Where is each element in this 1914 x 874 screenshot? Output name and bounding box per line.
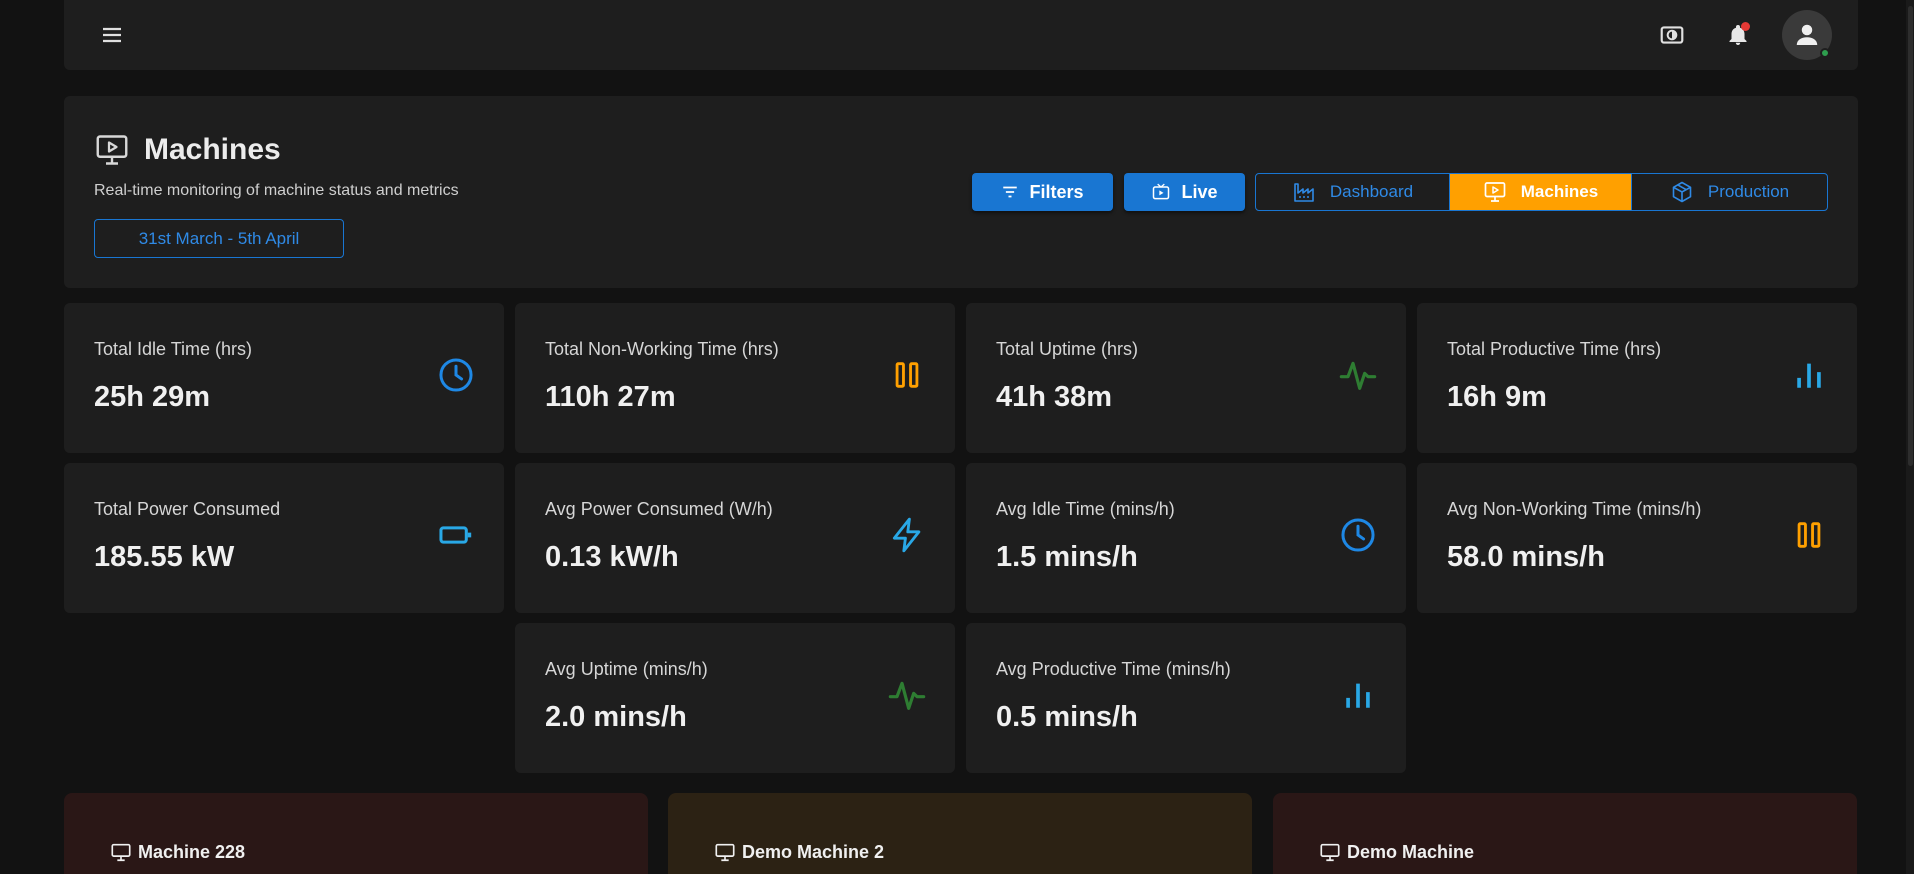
stat-card-avg-productive-time: Avg Productive Time (mins/h) 0.5 mins/h [966,623,1406,773]
filter-icon [1003,186,1018,198]
machine-name: Demo Machine [1347,841,1475,862]
stat-card-total-uptime: Total Uptime (hrs) 41h 38m [966,303,1406,453]
avatar[interactable] [1782,10,1832,60]
page-subtitle: Real-time monitoring of machine status a… [94,182,459,199]
stat-value: 41h 38m [996,381,1113,413]
filters-label: Filters [1029,181,1084,202]
tab-dashboard-label: Dashboard [1329,182,1414,201]
tab-dashboard[interactable]: Dashboard [1256,174,1450,210]
page-header: Machines Real-time monitoring of machine… [64,96,1858,288]
stat-label: Total Non-Working Time (hrs) [545,339,779,359]
menu-icon[interactable] [94,17,130,53]
stat-value: 110h 27m [545,381,676,413]
monitor-icon [715,843,735,862]
stat-value: 58.0 mins/h [1447,541,1605,573]
machine-title: Demo Machine 2 [714,841,884,863]
stat-card-avg-power-consumed: Avg Power Consumed (W/h) 0.13 kW/h [515,463,955,613]
stat-label: Total Idle Time (hrs) [94,339,253,359]
stat-card-total-non-working-time: Total Non-Working Time (hrs) 110h 27m [515,303,955,453]
scrollbar-thumb[interactable] [1908,6,1913,466]
bolt-icon [887,515,927,555]
machine-card[interactable]: Demo Machine 2 [668,793,1252,874]
tab-production-label: Production [1707,182,1790,201]
page-scrollbar[interactable] [1906,0,1914,874]
stat-label: Avg Productive Time (mins/h) [996,659,1231,679]
stat-value: 25h 29m [94,381,211,413]
view-switcher: Dashboard Machines Production [1255,173,1828,211]
stat-value: 16h 9m [1447,381,1547,413]
machine-name: Demo Machine 2 [742,841,885,862]
stat-label: Total Productive Time (hrs) [1447,339,1662,359]
account-icon [1796,24,1818,45]
pause-icon [1789,515,1829,555]
monitor-icon [111,843,131,862]
monitor-icon [1320,843,1340,862]
machine-name: Machine 228 [138,841,246,862]
monitor-play-icon [96,135,128,165]
stat-label: Total Uptime (hrs) [996,339,1139,359]
machine-card[interactable]: Demo Machine [1273,793,1857,874]
contrast-icon[interactable] [1654,17,1690,53]
tab-machines[interactable]: Machines [1450,174,1631,210]
stat-card-total-idle-time: Total Idle Time (hrs) 25h 29m [64,303,504,453]
stat-label: Avg Uptime (mins/h) [545,659,708,679]
stat-card-avg-non-working-time: Avg Non-Working Time (mins/h) 58.0 mins/… [1417,463,1857,613]
bar-chart-icon [1789,355,1829,395]
stat-card-avg-idle-time: Avg Idle Time (mins/h) 1.5 mins/h [966,463,1406,613]
bell-icon[interactable] [1720,17,1756,53]
stat-card-total-productive-time: Total Productive Time (hrs) 16h 9m [1417,303,1857,453]
top-app-bar [64,0,1858,70]
notification-dot [1741,22,1750,31]
stat-card-total-power-consumed: Total Power Consumed 185.55 kW [64,463,504,613]
tab-machines-label: Machines [1520,182,1599,201]
bar-chart-icon [1338,675,1378,715]
stat-value: 185.55 kW [94,541,235,573]
machine-card[interactable]: Machine 228 [64,793,648,874]
machine-title: Demo Machine [1319,841,1474,863]
title-row: Machines [94,132,281,168]
date-range-button[interactable]: 31st March - 5th April [94,219,344,258]
stat-label: Avg Power Consumed (W/h) [545,499,773,519]
stat-card-avg-uptime: Avg Uptime (mins/h) 2.0 mins/h [515,623,955,773]
pulse-icon [1338,355,1378,395]
online-status-dot [1820,48,1830,58]
clock-icon [1338,515,1378,555]
machine-title: Machine 228 [110,841,245,863]
stat-label: Total Power Consumed [94,499,281,519]
stat-value: 0.5 mins/h [996,701,1138,733]
live-tv-icon [1153,183,1170,200]
stat-label: Avg Non-Working Time (mins/h) [1447,499,1702,519]
battery-icon [436,515,476,555]
factory-icon [1294,183,1314,202]
pause-icon [887,355,927,395]
package-icon [1672,181,1692,203]
stat-value: 1.5 mins/h [996,541,1138,573]
tab-production[interactable]: Production [1631,174,1827,210]
pulse-icon [887,675,927,715]
live-button[interactable]: Live [1124,173,1245,211]
clock-icon [436,355,476,395]
stat-label: Avg Idle Time (mins/h) [996,499,1175,519]
monitor-play-icon [1484,182,1506,202]
header-actions: Filters Live Dashboard Machines Producti… [972,173,1828,211]
stat-value: 2.0 mins/h [545,701,687,733]
page-title: Machines [144,133,281,166]
filters-button[interactable]: Filters [972,173,1113,211]
stat-value: 0.13 kW/h [545,541,679,573]
live-label: Live [1181,181,1218,202]
